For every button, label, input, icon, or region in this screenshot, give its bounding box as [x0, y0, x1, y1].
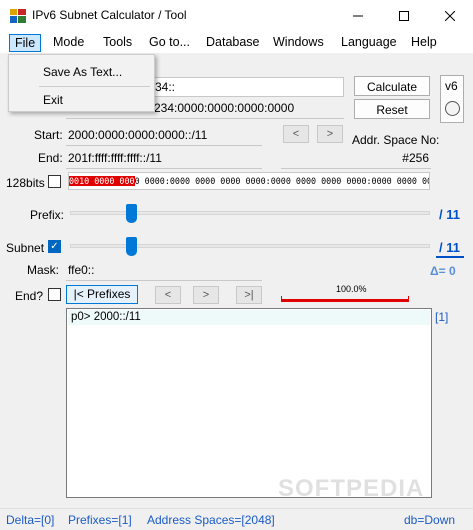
- address-expanded-text: 234:0000:0000:0000:0000: [154, 101, 295, 115]
- prefix-slider-track[interactable]: [70, 211, 430, 215]
- progress-bar: [281, 299, 409, 302]
- prefix-label: Prefix:: [30, 208, 65, 222]
- minimize-icon: [353, 15, 363, 16]
- progress-tick-right: [408, 296, 409, 302]
- start-label: Start:: [34, 128, 63, 142]
- menu-separator: [39, 86, 150, 87]
- menu-file[interactable]: File: [9, 34, 42, 52]
- menu-save-as-text[interactable]: Save As Text...: [43, 65, 122, 79]
- prefix-slider-thumb[interactable]: [125, 204, 137, 223]
- subnet-label: Subnet: [6, 241, 45, 255]
- close-icon: [445, 10, 455, 21]
- menu-mode[interactable]: Mode: [48, 34, 89, 52]
- bits-label: 128bits: [6, 176, 45, 190]
- mask-label: Mask:: [27, 263, 60, 277]
- menu-goto[interactable]: Go to...: [144, 34, 195, 52]
- progress-text: 100.0%: [336, 284, 367, 294]
- prefixes-button[interactable]: |< Prefixes: [66, 285, 138, 304]
- subnet-underline: [436, 256, 464, 258]
- reset-button[interactable]: Reset: [354, 99, 430, 119]
- prefix-list[interactable]: p0> 2000::/11: [66, 308, 432, 498]
- status-address-spaces: Address Spaces=[2048]: [147, 513, 275, 527]
- last-prefix-button[interactable]: >|: [236, 286, 262, 304]
- bits-rest: 0 0000:0000 0000 0000 0000:0000 0000 000…: [134, 176, 429, 186]
- bits-highlight: 0010 0000 000: [69, 176, 135, 186]
- subnet-value: / 11: [439, 240, 460, 255]
- end-field: 201f:ffff:ffff:ffff::/11: [66, 149, 262, 169]
- menu-exit[interactable]: Exit: [43, 93, 63, 107]
- status-prefixes: Prefixes=[1]: [68, 513, 132, 527]
- end-checkbox[interactable]: [48, 288, 61, 301]
- menu-help[interactable]: Help: [406, 34, 442, 52]
- maximize-icon: [399, 10, 409, 21]
- prefix-value: / 11: [439, 207, 460, 222]
- end-label: End:: [38, 151, 63, 165]
- softpedia-watermark: SOFTPEDIA: [278, 475, 425, 502]
- start-field: 2000:0000:0000:0000::/11: [66, 126, 262, 146]
- address-input-text: 34::: [155, 80, 176, 94]
- subnet-checkbox[interactable]: ✓: [48, 240, 61, 253]
- bits-display: 0010 0000 0000 0000:0000 0000 0000 0000:…: [68, 172, 430, 190]
- status-db: db=Down: [404, 513, 456, 527]
- menu-windows[interactable]: Windows: [268, 34, 329, 52]
- menu-database[interactable]: Database: [201, 34, 265, 52]
- end-check-label: End?: [15, 289, 44, 303]
- app-icon: [10, 9, 26, 23]
- minimize-button[interactable]: [335, 0, 381, 31]
- mask-field: ffe0::: [66, 261, 262, 281]
- progress-tick-left: [281, 296, 282, 302]
- prev-prefix-button[interactable]: <: [155, 286, 181, 304]
- delta-indicator: Δ= 0: [430, 264, 456, 278]
- subnet-slider-thumb[interactable]: [125, 237, 137, 256]
- file-dropdown: Save As Text... Exit: [8, 54, 155, 112]
- v6-panel: v6: [440, 75, 464, 123]
- menu-tools[interactable]: Tools: [98, 34, 137, 52]
- prev-space-button[interactable]: <: [283, 125, 309, 143]
- title-bar: IPv6 Subnet Calculator / Tool: [0, 0, 473, 31]
- maximize-button[interactable]: [381, 0, 427, 31]
- next-space-button[interactable]: >: [317, 125, 343, 143]
- subnet-slider-track[interactable]: [70, 244, 430, 248]
- v6-radio[interactable]: [445, 101, 460, 116]
- list-item[interactable]: p0> 2000::/11: [68, 310, 430, 325]
- status-delta: Delta=[0]: [6, 513, 55, 527]
- menu-bar: File Mode Tools Go to... Database Window…: [0, 31, 473, 53]
- addr-space-label: Addr. Space No:: [352, 133, 440, 147]
- addr-space-field: #256: [281, 149, 431, 169]
- status-bar: Delta=[0] Prefixes=[1] Address Spaces=[2…: [0, 508, 473, 530]
- v6-label[interactable]: v6: [445, 79, 458, 93]
- list-count: [1]: [435, 310, 449, 324]
- window-title: IPv6 Subnet Calculator / Tool: [32, 8, 187, 22]
- bits-checkbox[interactable]: [48, 175, 61, 188]
- calculate-button[interactable]: Calculate: [354, 76, 430, 96]
- menu-language[interactable]: Language: [336, 34, 402, 52]
- close-button[interactable]: [427, 0, 473, 31]
- next-prefix-button[interactable]: >: [193, 286, 219, 304]
